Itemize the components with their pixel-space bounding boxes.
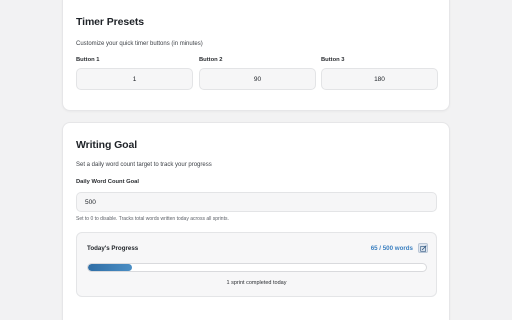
preset-button-1-input[interactable] <box>76 68 193 90</box>
todays-progress-title: Today's Progress <box>87 245 139 252</box>
sprints-completed-caption: 1 sprint completed today <box>226 280 287 286</box>
timer-presets-description: Customize your quick timer buttons (in m… <box>76 41 203 47</box>
preset-button-2-input[interactable] <box>199 68 316 90</box>
progress-bar-fill <box>88 264 132 271</box>
daily-word-count-label: Daily Word Count Goal <box>76 179 140 185</box>
todays-progress-panel: Today's Progress 65 / 500 words 1 sprint… <box>76 232 437 297</box>
writing-goal-description: Set a daily word count target to track y… <box>76 162 212 168</box>
preset-button-2-group: Button 2 <box>199 57 316 90</box>
daily-word-count-input[interactable] <box>76 192 437 212</box>
preset-button-2-label: Button 2 <box>199 57 223 63</box>
preset-button-1-group: Button 1 <box>76 57 193 90</box>
preset-button-3-label: Button 3 <box>321 57 345 63</box>
writing-goal-card: Writing Goal Set a daily word count targ… <box>62 122 450 320</box>
timer-presets-title: Timer Presets <box>76 16 144 28</box>
preset-button-3-group: Button 3 <box>321 57 438 90</box>
word-count-progress-text: 65 / 500 words <box>370 245 413 252</box>
daily-word-count-hint: Set to 0 to disable. Tracks total words … <box>76 216 229 222</box>
edit-progress-button[interactable] <box>418 243 428 253</box>
writing-goal-title: Writing Goal <box>76 139 138 151</box>
timer-presets-card: Timer Presets Customize your quick timer… <box>62 0 450 111</box>
preset-button-3-input[interactable] <box>321 68 438 90</box>
preset-button-1-label: Button 1 <box>76 57 100 63</box>
progress-bar-track <box>87 263 427 272</box>
edit-icon <box>419 244 427 252</box>
